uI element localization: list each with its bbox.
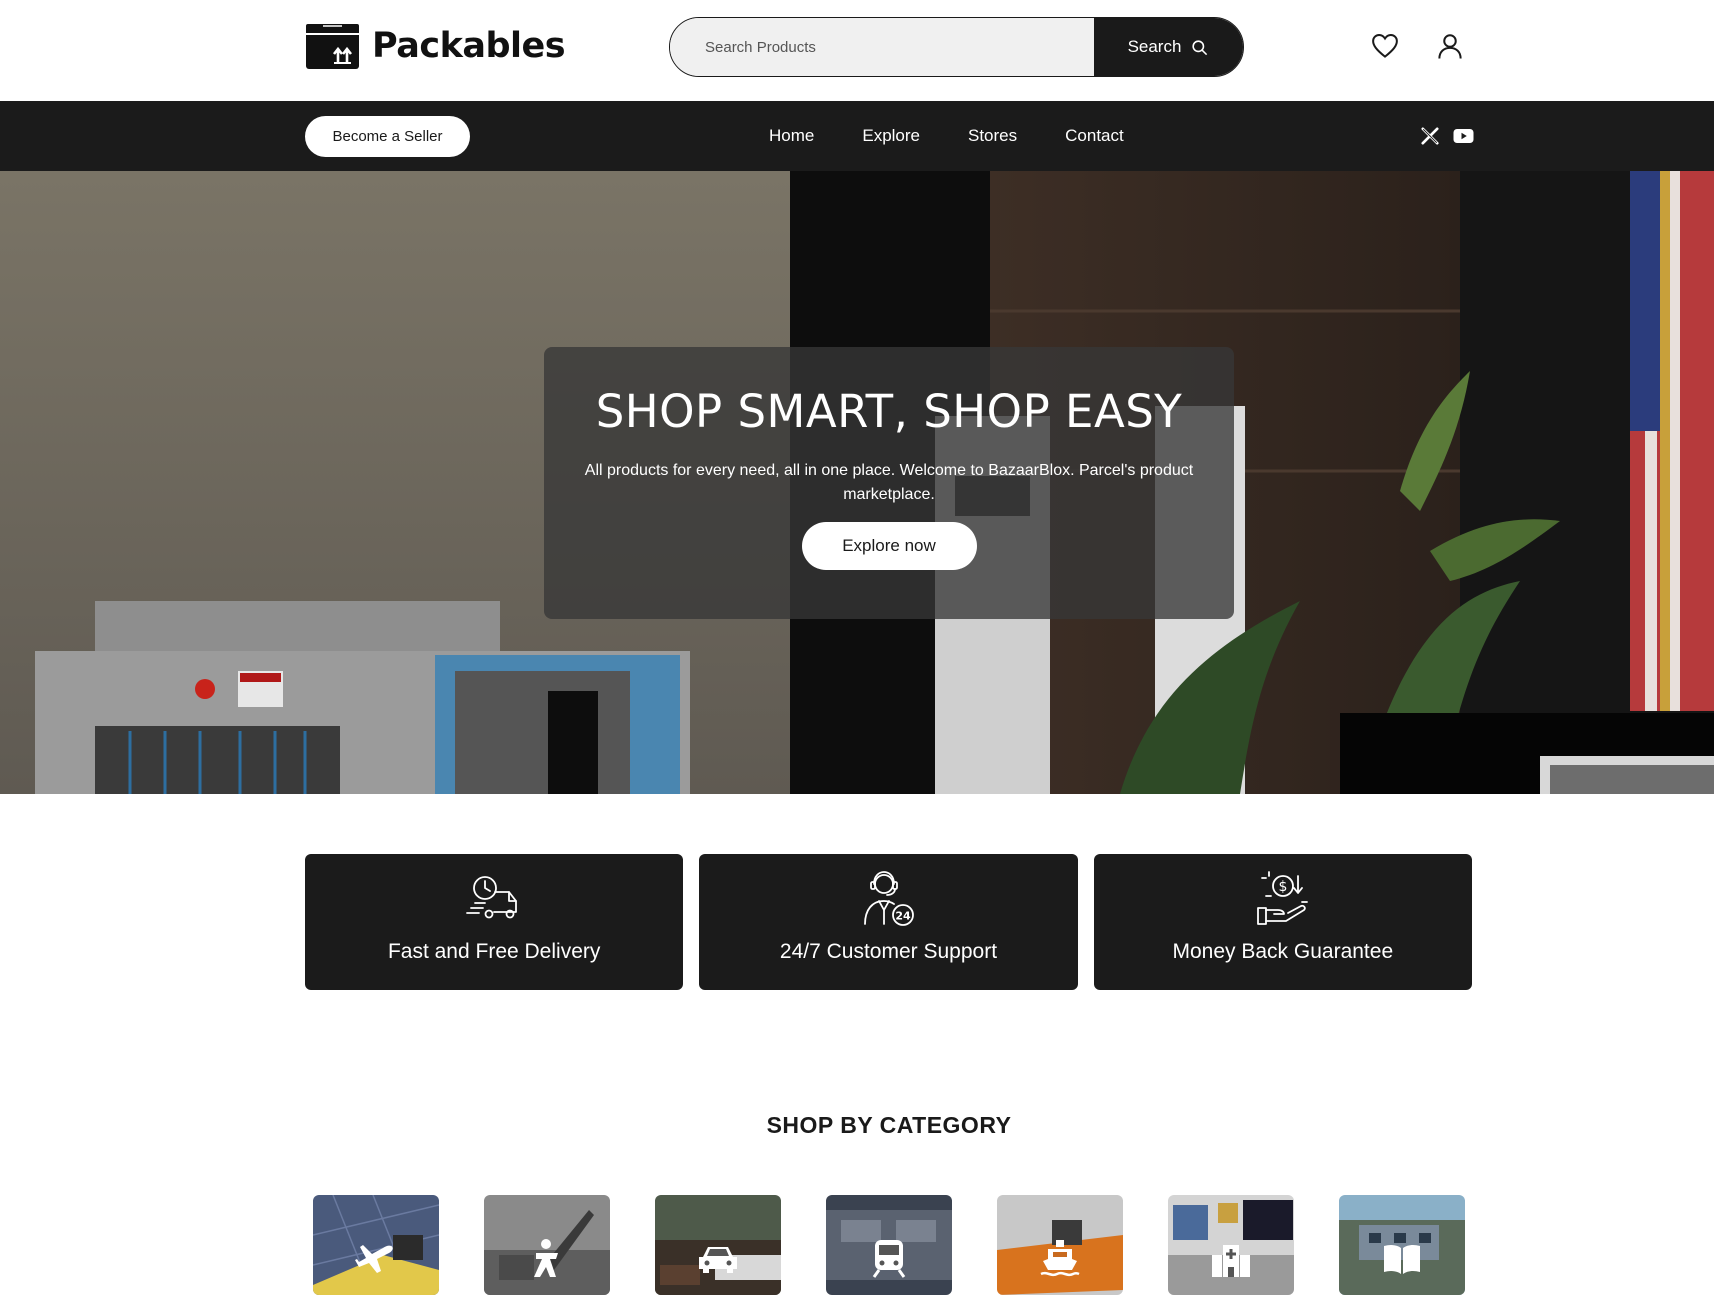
category-tile-ship[interactable] — [997, 1195, 1123, 1295]
youtube-icon[interactable] — [1453, 126, 1474, 146]
airplane-icon — [355, 1245, 393, 1273]
search-input[interactable] — [670, 18, 1094, 76]
category-tile-car[interactable] — [655, 1195, 781, 1295]
svg-text:24: 24 — [896, 910, 912, 923]
book-icon — [1384, 1244, 1420, 1274]
user-icon[interactable] — [1435, 31, 1465, 61]
category-tile-hospital[interactable] — [1168, 1195, 1294, 1295]
feature-card-money-back: $ Money Back Guarantee — [1093, 854, 1472, 990]
feature-card-delivery: Fast and Free Delivery — [305, 854, 684, 990]
nav-link-contact[interactable]: Contact — [1065, 126, 1124, 146]
money-back-icon: $ — [1256, 871, 1308, 925]
delivery-truck-icon — [466, 876, 518, 919]
train-icon — [872, 1240, 906, 1278]
top-header: Packables Search — [0, 0, 1714, 101]
feature-label: 24/7 Customer Support — [779, 940, 998, 963]
category-tile-airplane[interactable] — [313, 1195, 439, 1295]
ship-icon — [1040, 1240, 1080, 1277]
category-list — [313, 1195, 1465, 1295]
become-seller-button[interactable]: Become a Seller — [305, 116, 470, 157]
feature-card-support: 24 24/7 Customer Support — [699, 854, 1078, 990]
category-tile-train[interactable] — [826, 1195, 952, 1295]
explore-now-button[interactable]: Explore now — [801, 522, 977, 570]
car-icon — [699, 1247, 737, 1273]
heart-icon[interactable] — [1370, 31, 1400, 61]
hero-banner: SHOP SMART, SHOP EASY All products for e… — [0, 171, 1714, 794]
hero-title: SHOP SMART, SHOP EASY — [595, 385, 1183, 438]
nav-link-home[interactable]: Home — [769, 126, 814, 146]
search-bar: Search — [669, 17, 1244, 77]
hero-subtitle: All products for every need, all in one … — [584, 462, 1194, 503]
nav-links: Home Explore Stores Contact — [769, 101, 1124, 171]
brand-logo[interactable]: Packables — [305, 22, 566, 70]
main-navbar: Become a Seller Home Explore Stores Cont… — [0, 101, 1714, 171]
brand-name: Packables — [372, 26, 566, 66]
category-tile-book[interactable] — [1339, 1195, 1465, 1295]
customer-support-icon: 24 — [864, 871, 915, 926]
nav-link-stores[interactable]: Stores — [968, 126, 1017, 146]
category-tile-soldier[interactable] — [484, 1195, 610, 1295]
package-icon — [306, 24, 359, 69]
hero-content: SHOP SMART, SHOP EASY All products for e… — [544, 347, 1234, 619]
soldier-icon — [534, 1239, 558, 1277]
feature-label: Fast and Free Delivery — [387, 940, 601, 963]
search-button-label: Search — [1127, 37, 1182, 56]
nav-link-explore[interactable]: Explore — [862, 126, 920, 146]
shop-by-category-heading: SHOP BY CATEGORY — [766, 1112, 1012, 1138]
search-icon — [1192, 39, 1208, 55]
x-icon[interactable] — [1421, 126, 1439, 146]
search-button[interactable]: Search — [1094, 18, 1243, 76]
feature-label: Money Back Guarantee — [1172, 940, 1394, 963]
features-row: Fast and Free Delivery 24 24/7 Customer … — [305, 854, 1472, 990]
svg-text:$: $ — [1278, 879, 1287, 895]
hospital-icon — [1212, 1245, 1250, 1277]
